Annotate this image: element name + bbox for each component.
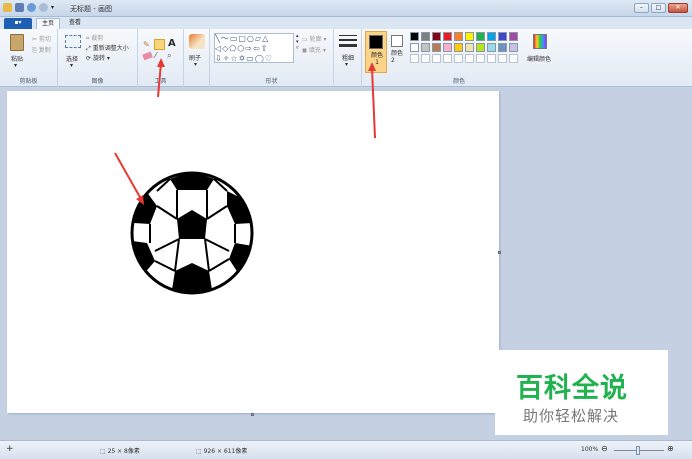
zoom-out-button[interactable]: ⊖ bbox=[601, 444, 608, 453]
watermark: 百科全说 助你轻松解决 bbox=[495, 350, 668, 435]
zoom-slider-thumb[interactable] bbox=[636, 446, 640, 455]
zoom-level: 100% bbox=[581, 446, 599, 453]
watermark-title: 百科全说 bbox=[516, 373, 628, 404]
zoom-in-button[interactable]: ⊕ bbox=[667, 444, 674, 453]
canvas-size: ⬚ 926 × 611像素 bbox=[196, 448, 248, 455]
selection-size: ⬚ 25 × 8像素 bbox=[100, 448, 140, 455]
status-bar: + ⬚ 25 × 8像素 ⬚ 926 × 611像素 100% ⊖ ⊕ bbox=[0, 440, 692, 459]
watermark-subtitle: 助你轻松解决 bbox=[523, 407, 620, 425]
cursor-position-icon: + bbox=[6, 444, 14, 454]
